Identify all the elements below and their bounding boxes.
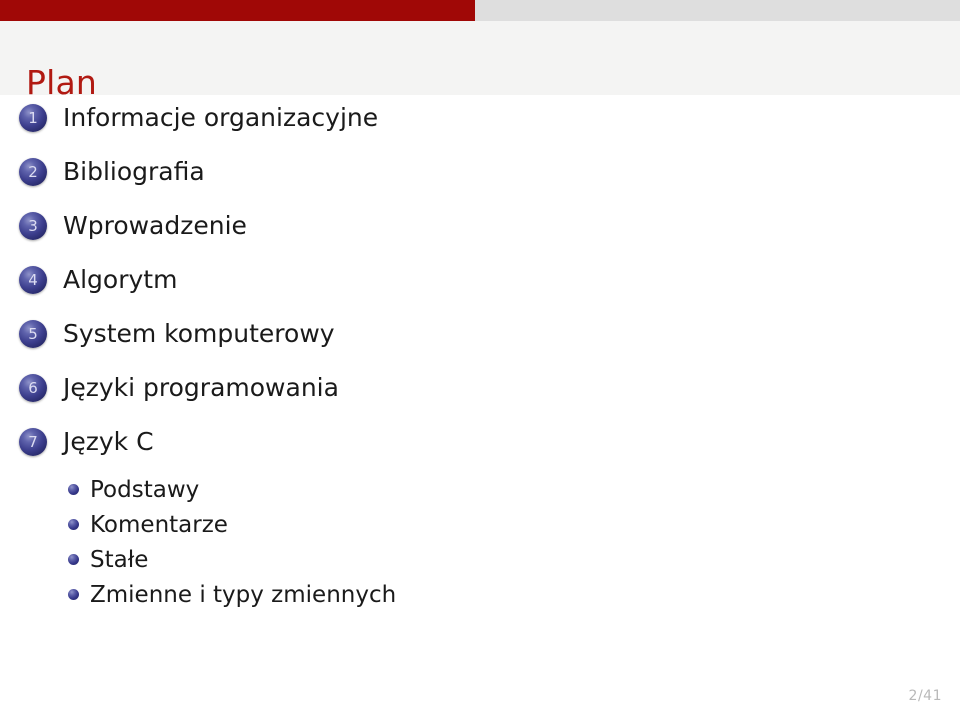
- bullet-dot-icon: [68, 519, 79, 530]
- toc-item-label: Wprowadzenie: [63, 211, 247, 240]
- toc-item-4[interactable]: 4 Algorytm: [0, 257, 960, 311]
- header-accent-block: [0, 0, 475, 21]
- toc-subitem-label: Zmienne i typy zmiennych: [90, 582, 397, 608]
- section-number-badge: 4: [19, 266, 47, 294]
- toc-item-label: Algorytm: [63, 265, 178, 294]
- toc-subitem-zmienne[interactable]: Zmienne i typy zmiennych: [0, 578, 960, 613]
- toc-item-label: Bibliografia: [63, 157, 205, 186]
- toc-item-5[interactable]: 5 System komputerowy: [0, 311, 960, 365]
- toc-subitem-podstawy[interactable]: Podstawy: [0, 473, 960, 508]
- section-number-badge: 3: [19, 212, 47, 240]
- bullet-dot-icon: [68, 589, 79, 600]
- slide-header-bar: [0, 0, 960, 21]
- toc-item-3[interactable]: 3 Wprowadzenie: [0, 203, 960, 257]
- slide-title-band: Plan: [0, 21, 960, 102]
- table-of-contents: 1 Informacje organizacyjne 2 Bibliografi…: [0, 95, 960, 613]
- toc-item-6[interactable]: 6 Języki programowania: [0, 365, 960, 419]
- section-number-badge: 2: [19, 158, 47, 186]
- bullet-dot-icon: [68, 554, 79, 565]
- section-number-badge: 5: [19, 320, 47, 348]
- toc-subitem-label: Podstawy: [90, 477, 200, 503]
- toc-item-1[interactable]: 1 Informacje organizacyjne: [0, 95, 960, 149]
- toc-subitem-label: Komentarze: [90, 512, 228, 538]
- toc-item-2[interactable]: 2 Bibliografia: [0, 149, 960, 203]
- toc-subitem-komentarze[interactable]: Komentarze: [0, 508, 960, 543]
- bullet-dot-icon: [68, 484, 79, 495]
- section-number-badge: 1: [19, 104, 47, 132]
- toc-item-label: Informacje organizacyjne: [63, 103, 379, 132]
- toc-item-label: Język C: [63, 427, 154, 456]
- page-number-indicator: 2/41: [908, 688, 942, 704]
- toc-item-label: Języki programowania: [63, 373, 339, 402]
- section-number-badge: 7: [19, 428, 47, 456]
- toc-subitem-label: Stałe: [90, 547, 149, 573]
- toc-subitem-stale[interactable]: Stałe: [0, 543, 960, 578]
- toc-item-label: System komputerowy: [63, 319, 335, 348]
- section-number-badge: 6: [19, 374, 47, 402]
- toc-item-7[interactable]: 7 Język C: [0, 419, 960, 473]
